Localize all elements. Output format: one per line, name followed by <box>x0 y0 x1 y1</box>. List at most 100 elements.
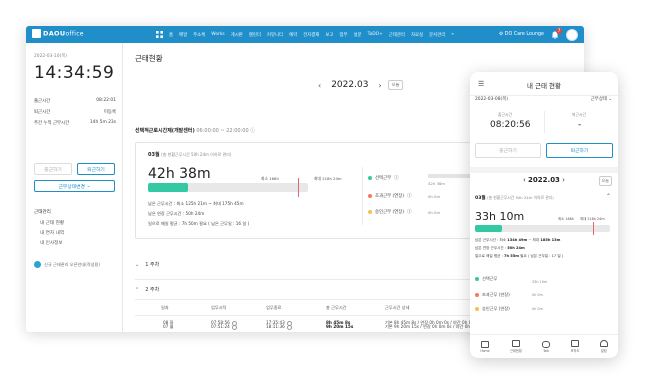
nav-item-report[interactable]: 보고 <box>325 32 333 38</box>
chevron-down-icon: ⌄ <box>606 97 612 102</box>
nav-item-tasks[interactable]: 업무 <box>339 32 347 38</box>
clock-out-button[interactable]: 퇴근하기 <box>77 163 115 175</box>
card-header: 03월 (총 현황근무시간 50h 24m 이하로 관리) <box>148 151 231 158</box>
nav-item-documents[interactable]: 문서관리 <box>429 32 445 38</box>
week-2-toggle[interactable]: ⌃ 2 주차 <box>135 286 159 294</box>
legend-approved-value: 0h 0m <box>428 210 441 215</box>
section-gap <box>470 167 618 173</box>
prev-month-button[interactable]: ‹ <box>318 81 321 90</box>
nav-item-reservation[interactable]: 예약 <box>289 32 297 38</box>
row-2-start-time: 07:58:56 <box>211 320 230 325</box>
app-logo[interactable]: DAOUoffice <box>32 29 84 38</box>
tab-home[interactable]: Home <box>480 340 490 353</box>
nav-item-todo[interactable]: ToDO+ <box>368 32 383 37</box>
next-month-button[interactable]: › <box>560 176 565 184</box>
attendance-menu-title: 근태관리 <box>34 210 51 215</box>
nav-item-contacts[interactable]: 주소록 <box>193 32 205 38</box>
lounge-link[interactable]: ⚙ DO Care Lounge <box>499 32 544 37</box>
nav-item-works[interactable]: Works <box>211 32 224 37</box>
notification-bell[interactable]: 7 <box>551 27 562 39</box>
sidebar-date: 2022-03-10(목) <box>34 54 67 59</box>
chevron-down-icon: ⌄ <box>84 183 91 189</box>
user-avatar[interactable] <box>566 28 578 41</box>
text: Talk <box>543 348 550 353</box>
tab-notifications[interactable]: 알림 <box>599 340 608 353</box>
nav-item-home[interactable]: 홈 <box>169 32 173 38</box>
tab-attendance[interactable]: 근태현황 <box>510 340 522 353</box>
row-2-day: 08 화 <box>163 320 174 325</box>
hours-progress-bar <box>148 178 308 197</box>
text: 선택근무 <box>482 276 498 281</box>
tab-org-chart[interactable]: 조직도 <box>570 340 580 353</box>
text: 7h 55m <box>503 254 519 258</box>
sidebar-item-my-leave[interactable]: 내 연차 내역 <box>40 230 64 236</box>
mobile-status-select[interactable]: 근무상태 ⌄ <box>591 96 612 102</box>
divider <box>135 315 480 316</box>
nav-item-mail[interactable]: 메일 <box>179 32 187 38</box>
page-title: 근태현황 <box>135 54 163 63</box>
mobile-legend-overtime-value: 0h 0m <box>532 293 543 297</box>
nav-item-attendance[interactable]: 근태관리 <box>389 32 405 38</box>
col-end: 업무종료 <box>266 305 282 310</box>
mobile-min-marker <box>593 222 594 235</box>
info-circle-icon[interactable]: ⓘ <box>407 193 411 199</box>
card-divider <box>362 167 363 225</box>
mobile-month-header: 03월 (총 현황근무시간 50h 24m 이하로 관리) <box>475 195 554 201</box>
info-circle-icon[interactable]: ⓘ <box>394 175 398 181</box>
week-1-toggle[interactable]: ⌄ 1 주차 <box>135 261 159 269</box>
divider <box>135 299 480 300</box>
daily-average: 일으로 매일 평균 : 7h 50m 필요 ( 남은 근무일 : 16 일 ) <box>148 221 250 226</box>
text: 조직도 <box>570 349 580 353</box>
mobile-out-time: - <box>578 120 582 130</box>
nav-item-approval[interactable]: 전자결재 <box>303 32 319 38</box>
nav-item-community[interactable]: 커뮤니티 <box>267 32 283 38</box>
mobile-clock-in-button[interactable]: 출근하기 <box>475 143 541 158</box>
apps-grid-icon[interactable] <box>156 31 163 38</box>
overtime-dot-icon <box>475 293 479 297</box>
nav-item-calendar[interactable]: 캘린더 <box>249 32 261 38</box>
today-button[interactable]: 오늘 <box>387 80 404 90</box>
next-month-button[interactable]: › <box>378 81 381 90</box>
work-type-name: 선택적근로시간제(개발센터) <box>135 128 195 134</box>
text: 남은 근무시간 : 최소 <box>475 238 508 242</box>
row-2-detail: 기본 8h 45m 8s / 연장 0h 0m 0s / 야간 0h 0m 0s <box>385 320 482 325</box>
notice-link[interactable]: 신규 근태관리 오픈안내(작성용) <box>34 261 100 268</box>
clock-in-button[interactable]: 출근하기 <box>34 163 72 175</box>
nav-more-button[interactable]: » <box>451 32 454 37</box>
nav-item-archive[interactable]: 자료실 <box>411 32 423 38</box>
mobile-legend-flex-value: 33h 10m <box>532 280 548 284</box>
mobile-current-month: 2022.03 <box>528 176 560 184</box>
logo-icon <box>32 29 41 38</box>
location-pin-icon[interactable] <box>231 320 237 326</box>
clock-out-label: 퇴근시간 <box>34 110 51 115</box>
chevron-up-icon[interactable]: ⌃ <box>606 193 611 200</box>
nav-item-survey[interactable]: 설문 <box>354 32 362 38</box>
legend-flex-label: 선택근무 <box>375 176 392 181</box>
sidebar-item-my-attendance[interactable]: 내 근태 현황 <box>40 220 64 226</box>
approved-dot-icon <box>475 307 479 311</box>
lounge-label: DO Care Lounge <box>504 32 544 37</box>
location-pin-icon[interactable] <box>286 320 292 326</box>
work-type-label: 선택적근로시간제(개발센터) 06:00:00 ~ 22:00:00 ⓘ <box>135 127 255 134</box>
mobile-worked-hours: 33h 10m <box>475 210 525 223</box>
tab-talk[interactable]: Talk <box>542 340 551 353</box>
row-2-start: 07:58:56 <box>211 320 237 326</box>
col-start: 업무시작 <box>211 305 227 310</box>
legend-approved: 승인근무 (연장) ⓘ <box>368 209 411 215</box>
max-hours-label: 최대 218h 24m <box>314 176 342 181</box>
calendar-icon <box>511 340 520 347</box>
sidebar: 2022-03-10(목) 14:34:59 출근시간 08:22:01 퇴근시간… <box>26 43 123 332</box>
info-circle-icon[interactable]: ⓘ <box>407 209 411 215</box>
mobile-clock-out-button[interactable]: 퇴근하기 <box>546 143 613 158</box>
chevron-down-icon: ⌄ <box>135 261 140 268</box>
change-status-button[interactable]: 근무상태변경 ⌄ <box>34 180 115 192</box>
info-circle-icon[interactable]: ⓘ <box>250 128 255 134</box>
nav-item-board[interactable]: 게시판 <box>231 32 243 38</box>
mobile-today-button[interactable]: 오늘 <box>598 176 612 186</box>
row-2-total: 8h 45m 8s <box>326 320 351 325</box>
col-date: 일자 <box>161 305 169 310</box>
remaining-overtime: 남은 연장 근무시간 : 50h 24m <box>148 211 205 216</box>
org-chart-icon <box>570 340 579 347</box>
sidebar-item-my-info[interactable]: 내 인사정보 <box>40 240 63 246</box>
legend-overtime: 초과근무 (연장) ⓘ <box>368 193 411 199</box>
